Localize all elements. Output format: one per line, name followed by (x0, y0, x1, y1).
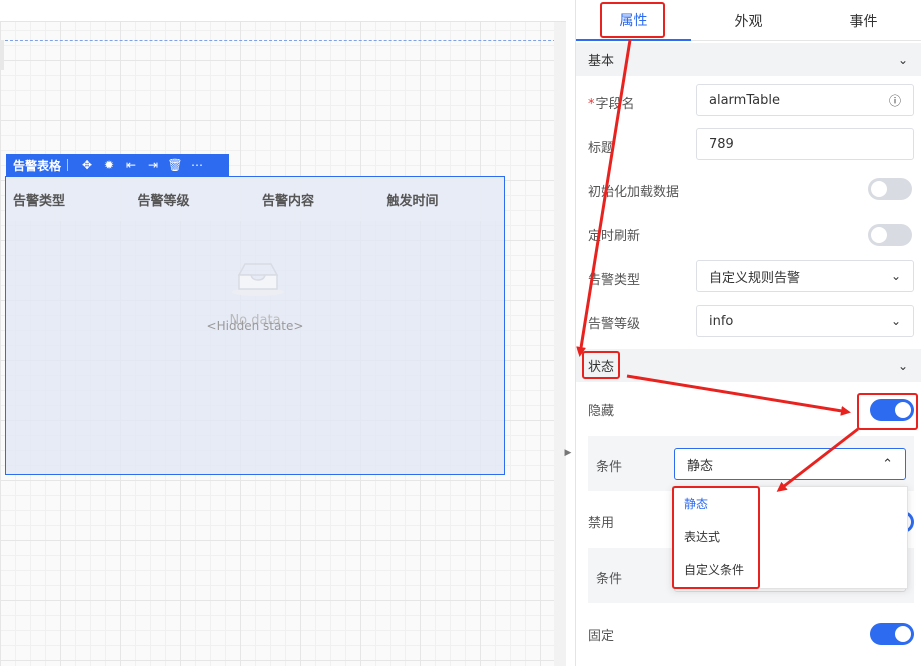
hidden-label: 隐藏 (588, 404, 615, 419)
disabled-label: 禁用 (588, 516, 615, 531)
chevron-down-icon: ⌄ (890, 269, 901, 283)
alarm-type-select[interactable]: 自定义规则告警 ⌄ (696, 260, 914, 292)
tab-events[interactable]: 事件 (806, 0, 921, 41)
column-header-trigger-time: 触发时间 (386, 193, 439, 209)
section-state-header[interactable]: 状态 ⌄ (576, 349, 921, 382)
more-icon[interactable]: ⋯ (186, 158, 208, 172)
trash-icon[interactable]: 🗑 (164, 158, 186, 172)
chevron-down-icon: ⌄ (897, 358, 908, 373)
canvas-left-marker (0, 40, 4, 70)
chevron-down-icon: ⌄ (897, 52, 908, 67)
annotation-state-highlight (582, 351, 620, 379)
annotation-dropdown-highlight (672, 486, 760, 589)
canvas-guide-line (0, 40, 566, 41)
chevron-up-icon: ⌃ (882, 456, 893, 472)
timed-refresh-label: 定时刷新 (588, 229, 641, 244)
component-toolbar: 告警表格 ✥ ✹ ⇤ ⇥ 🗑 ⋯ (6, 154, 229, 176)
annotation-toggle-highlight (857, 393, 918, 430)
move-icon[interactable]: ✥ (76, 158, 98, 172)
title-label: 标题 (588, 141, 615, 156)
hidden-state-label: <Hidden state> (206, 319, 304, 333)
hidden-condition-row: 条件 静态 ⌃ (588, 436, 914, 491)
section-basic-title: 基本 (588, 54, 615, 69)
component-name: 告警表格 (13, 158, 62, 173)
panel-collapse-icon[interactable]: ▶ (562, 442, 574, 464)
hidden-condition-select[interactable]: 静态 ⌃ (674, 448, 906, 480)
canvas-ruler (0, 0, 566, 22)
column-header-alarm-level: 告警等级 (137, 193, 190, 209)
field-name-input[interactable]: alarmTable ⓘ (696, 84, 914, 116)
field-name-label: *字段名 (588, 97, 635, 112)
column-header-alarm-type: 告警类型 (13, 193, 66, 209)
hidden-condition-label: 条件 (596, 460, 623, 475)
init-load-label: 初始化加载数据 (588, 185, 680, 200)
tab-appearance[interactable]: 外观 (691, 0, 806, 41)
toolbar-divider (67, 159, 69, 171)
column-header-alarm-content: 告警内容 (262, 193, 315, 209)
timed-refresh-toggle[interactable] (868, 224, 912, 246)
disabled-condition-label: 条件 (596, 572, 623, 587)
table-header: 告警类型 告警等级 告警内容 触发时间 (6, 177, 504, 221)
align-left-icon[interactable]: ⇤ (120, 158, 142, 172)
alarm-type-label: 告警类型 (588, 273, 641, 288)
alarm-table-component[interactable]: 告警类型 告警等级 告警内容 触发时间 No data <Hidden stat… (5, 176, 505, 475)
chevron-down-icon: ⌄ (890, 314, 901, 328)
info-icon[interactable]: ⓘ (889, 92, 901, 109)
alarm-level-label: 告警等级 (588, 317, 641, 332)
title-input[interactable]: 789 (696, 128, 914, 160)
fixed-label: 固定 (588, 629, 615, 644)
init-load-toggle[interactable] (868, 178, 912, 200)
editor-window: 告警表格 ✥ ✹ ⇤ ⇥ 🗑 ⋯ 告警类型 告警等级 告警内容 触发时间 No … (0, 0, 921, 666)
annotation-tab-highlight (600, 2, 665, 38)
fixed-toggle[interactable] (870, 623, 914, 645)
alarm-level-select[interactable]: info ⌄ (696, 305, 914, 337)
section-basic-header[interactable]: 基本 ⌄ (576, 43, 921, 76)
canvas-scroll-gutter (554, 22, 566, 666)
empty-inbox-icon (232, 263, 284, 296)
bug-icon[interactable]: ✹ (98, 158, 120, 172)
align-right-icon[interactable]: ⇥ (142, 158, 164, 172)
